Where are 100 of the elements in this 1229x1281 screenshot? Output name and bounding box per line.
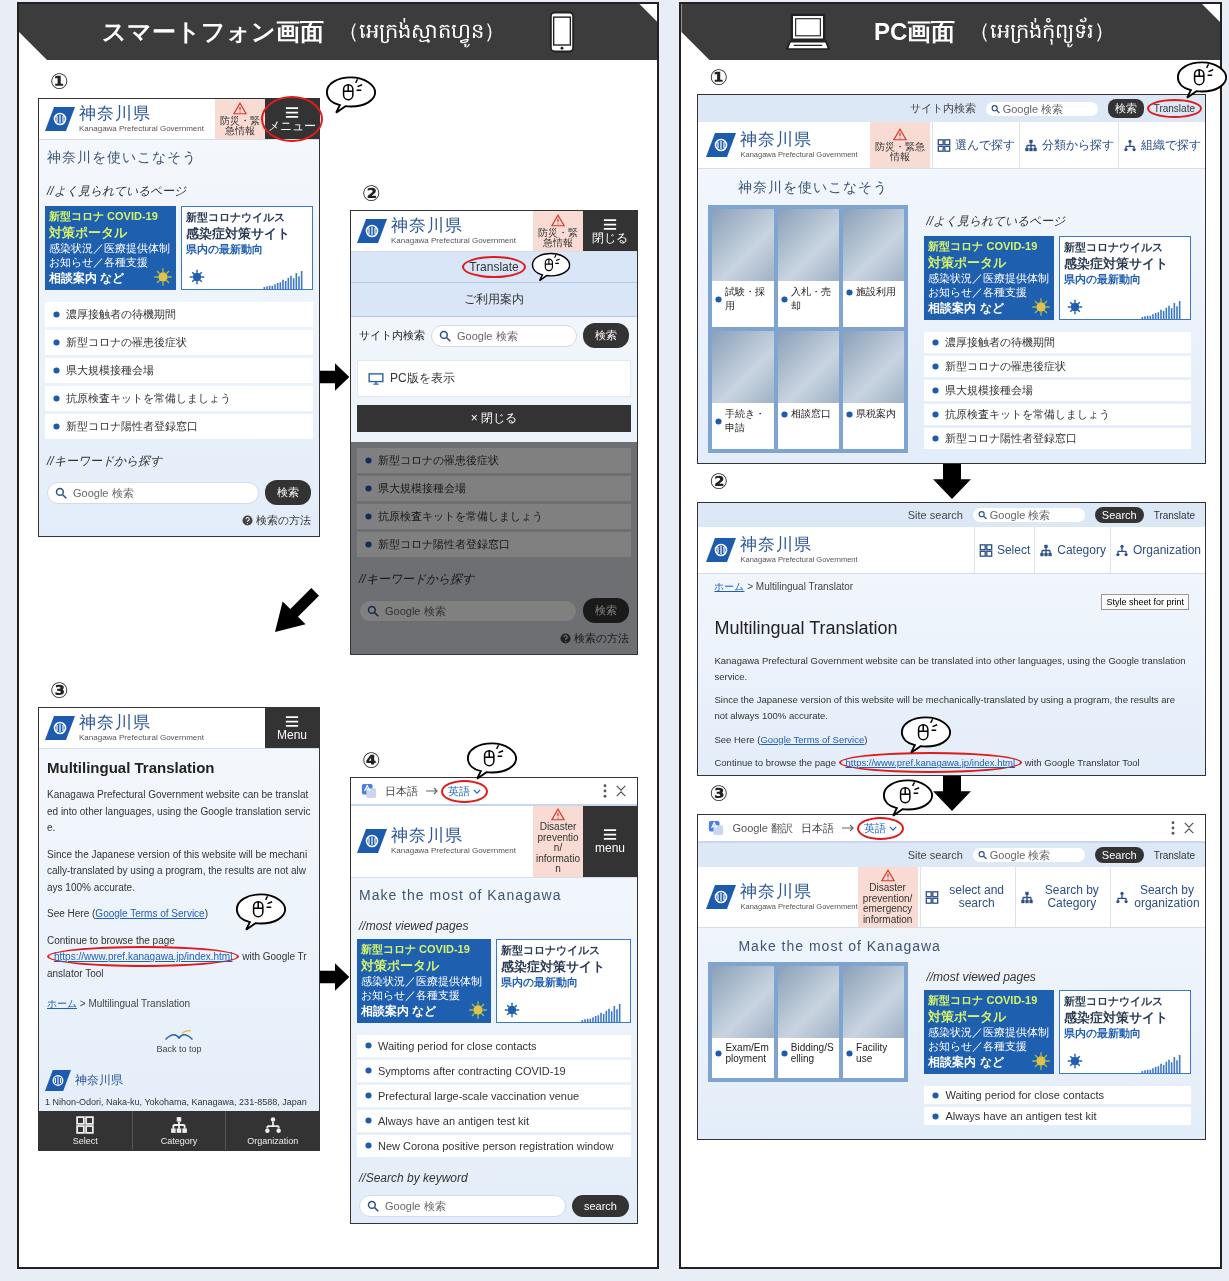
photo-link-card[interactable]: 県税案内 [843,331,905,449]
covid-banner[interactable]: 新型コロナ COVID-19 対策ポータル 感染状況／医療提供体制 お知らせ／各種支援 相談案内 など [357,938,491,1023]
search-field[interactable]: Google 検索 [47,481,259,504]
help-link[interactable]: 検索の方法 [560,631,629,646]
target-language-tab[interactable]: 英語 [864,820,897,836]
text-link[interactable]: https://www.pref.kanagawa.jp/index.html [47,946,240,967]
close-button[interactable]: × 閉じる [357,405,631,432]
search-button[interactable]: Search [1094,507,1144,523]
search-button[interactable]: 検索 [583,323,629,348]
disaster-info-button[interactable]: 防災・緊急情報 [870,122,930,168]
photo-link-card[interactable]: 施設利用 [843,209,905,327]
search-field[interactable]: Google 検索 [359,1194,566,1217]
page-link[interactable]: 新型コロナの罹患後症状 [924,356,1191,377]
covid-banner[interactable]: 新型コロナ COVID-19 対策ポータル 感染状況／医療提供体制 お知らせ／各種支援 相談案内 など [924,990,1055,1075]
target-language-tab[interactable]: 英語 [448,783,481,799]
search-field[interactable]: Google 検索 [972,508,1085,522]
site-name[interactable]: 神奈川県 [740,536,858,555]
more-icon[interactable] [1171,821,1175,836]
covid-banner[interactable]: 新型コロナウイルス 感染症対策サイト 県内の最新動向 [1059,236,1191,320]
search-button[interactable]: search [571,1194,629,1217]
covid-banner[interactable]: 新型コロナウイルス 感染症対策サイト 県内の最新動向 [495,938,631,1023]
page-link[interactable]: 濃厚接触者の待機期間 [924,332,1191,353]
text-link[interactable]: Google Terms of Service [95,908,205,919]
disaster-info-button[interactable]: Disaster prevention/emergency information [857,867,918,928]
site-name[interactable]: 神奈川県 [740,131,858,150]
source-language-tab[interactable]: 日本語 [801,820,834,836]
page-link[interactable]: Waiting period for close contacts [924,1086,1191,1105]
disaster-info-button[interactable]: Disaster prevention/ information [533,806,583,877]
covid-banner[interactable]: 新型コロナ COVID-19 対策ポータル 感染状況／医療提供体制 お知らせ／各種支援 相談案内 など [924,236,1055,320]
page-link[interactable]: Waiting period for close contacts [357,1034,631,1057]
page-link[interactable]: Always have an antigen test kit [924,1107,1191,1126]
menu-button[interactable]: 閉じる [583,211,637,251]
more-icon[interactable] [603,784,607,798]
photo-link-card[interactable]: 入札・売却 [777,209,840,327]
text-link[interactable]: https://www.pref.kanagawa.jp/index.html [838,752,1023,774]
photo-link-card[interactable]: Exam/Employment [712,966,774,1079]
disaster-info-button[interactable]: 防災・緊急情報 [215,99,265,139]
menu-button[interactable]: メニュー [265,99,319,139]
print-button[interactable]: Style sheet for print [1101,594,1189,610]
search-field[interactable]: Google 検索 [985,101,1098,116]
search-button[interactable]: Search [1094,847,1144,864]
page-link[interactable]: 県大規模接種会場 [45,358,313,383]
org-chart-icon [1114,890,1129,904]
site-name[interactable]: 神奈川県 [740,883,858,902]
page-link[interactable]: 濃厚接触者の待機期間 [45,302,313,327]
page-link[interactable]: 新型コロナ陽性者登録窓口 [924,428,1191,449]
text-link[interactable]: ホーム [714,581,745,592]
site-name[interactable]: 神奈川県 [391,827,516,847]
footer-logo-text: 神奈川県 [75,1072,123,1089]
search-button[interactable]: 検索 [1107,99,1144,118]
search-button[interactable]: 検索 [583,598,629,623]
covid-banner[interactable]: 新型コロナウイルス 感染症対策サイト 県内の最新動向 [180,206,313,290]
search-field[interactable]: Google 検索 [359,599,577,622]
category-nav-button[interactable]: Category [131,1111,226,1150]
select-nav-button[interactable]: Select [39,1111,132,1150]
smartphone-icon [548,10,575,54]
page-link[interactable]: Always have an antigen test kit [357,1109,631,1132]
page-link[interactable]: 新型コロナ陽性者登録窓口 [45,414,313,439]
menu-button[interactable]: menu [583,806,637,877]
page-link[interactable]: 新型コロナの罹患後症状 [357,448,631,473]
page-link[interactable]: 抗原検査キットを常備しましょう [924,404,1191,425]
covid-banner[interactable]: 新型コロナ COVID-19 対策ポータル 感染状況／医療提供体制 お知らせ／各種支援 相談案内 など [45,206,176,290]
page-link[interactable]: 新型コロナの罹患後症状 [45,330,313,355]
search-field[interactable]: Google 検索 [431,324,577,347]
section-heading: //よく見られているページ [925,213,1067,230]
photo-link-card[interactable]: Bidding/Selling [777,966,840,1079]
help-link[interactable]: 検索の方法 [242,513,311,528]
photo-link-card[interactable]: 手続き・申請 [712,331,774,449]
translate-link[interactable]: Translate [1153,103,1195,114]
covid-banner[interactable]: 新型コロナウイルス 感染症対策サイト 県内の最新動向 [1059,990,1191,1075]
page-link[interactable]: 県大規模接種会場 [924,380,1191,401]
page-link[interactable]: 抗原検査キットを常備しましょう [45,386,313,411]
search-field[interactable]: Google 検索 [972,848,1085,863]
page-link[interactable]: 新型コロナ陽性者登録窓口 [357,532,631,557]
text-link[interactable]: ホーム [47,998,77,1009]
page-link[interactable]: Prefectural large-scale vaccination venue [357,1084,631,1107]
photo-link-card[interactable]: 相談窓口 [777,331,840,449]
search-button[interactable]: 検索 [265,480,311,505]
site-name[interactable]: 神奈川県 [79,105,204,124]
page-link[interactable]: 抗原検査キットを常備しましょう [357,504,631,529]
disaster-info-button[interactable]: 防災・緊急情報 [533,211,583,251]
back-to-top-link[interactable]: Back to top [156,1029,202,1054]
menu-button[interactable]: Menu [265,708,319,748]
page-title: Multilingual Translation [713,617,899,640]
photo-link-card[interactable]: 試験・採用 [712,209,774,327]
page-link[interactable]: New Corona positive person registration window [357,1134,631,1157]
site-name[interactable]: 神奈川県 [391,217,516,236]
page-link[interactable]: 県大規模接種会場 [357,476,631,501]
translate-link[interactable]: Translate [1153,509,1195,521]
organization-nav-button[interactable]: Organization [225,1111,319,1150]
translate-link[interactable]: Translate [1153,849,1195,861]
source-language-tab[interactable]: 日本語 [385,783,418,799]
menu-item[interactable]: PC版を表示 [368,370,455,387]
menu-item[interactable]: Translate [469,260,519,274]
collapse-icon[interactable] [1183,821,1195,836]
page-link[interactable]: Symptoms after contracting COVID-19 [357,1059,631,1082]
collapse-icon[interactable] [615,784,627,798]
photo-link-card[interactable]: Facility use [843,966,905,1079]
site-name[interactable]: 神奈川県 [79,714,204,733]
menu-item[interactable]: ご利用案内 [464,291,524,308]
